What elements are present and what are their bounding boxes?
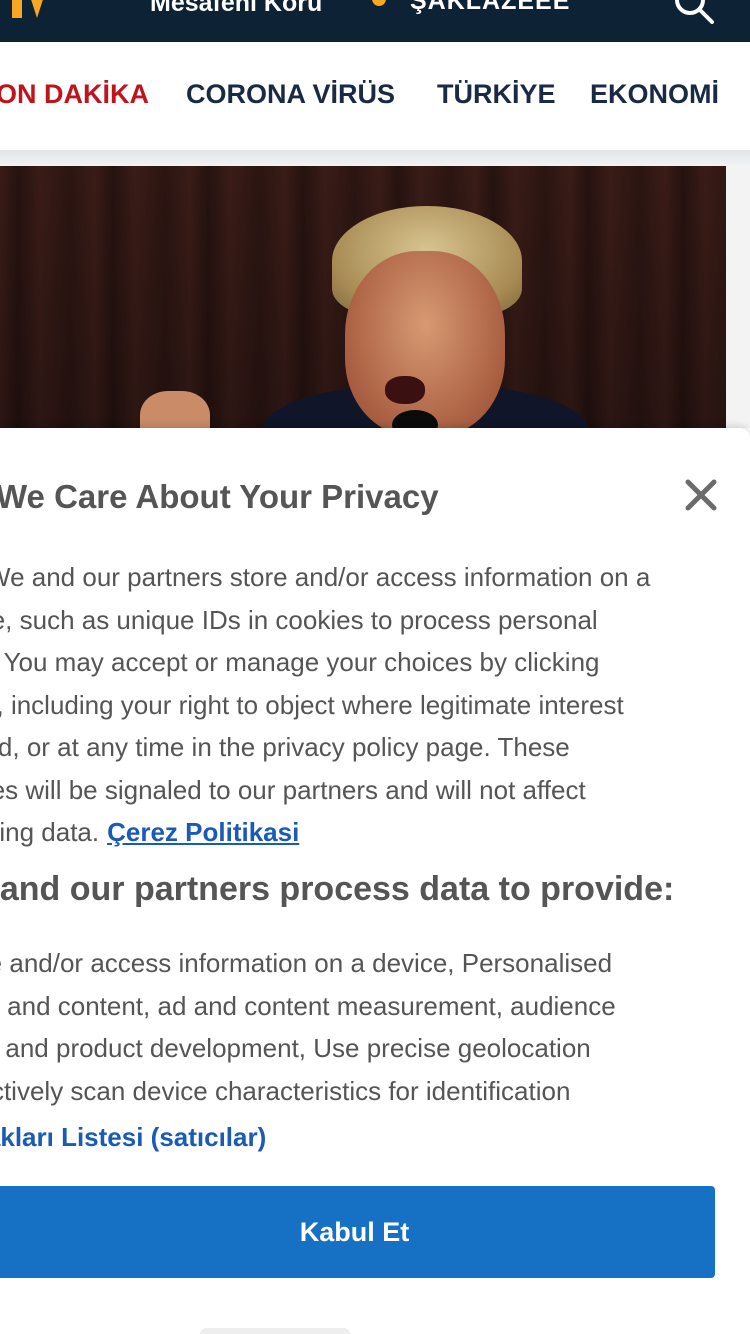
campaign-text: Mesafeni Koru — [150, 0, 323, 17]
page-gutter — [726, 166, 750, 428]
bottom-handle — [200, 1328, 350, 1334]
nav-divider — [0, 150, 750, 166]
close-icon[interactable] — [682, 476, 720, 514]
consent-body-line: below, including your right to object wh… — [0, 689, 624, 720]
weather-text: ŞAKLAZEEE — [410, 0, 571, 15]
consent-body-line: choices will be signaled to our partners… — [0, 774, 586, 805]
nav-item-turkiye[interactable]: TÜRKİYE — [437, 78, 556, 110]
top-header-bar: Mesafeni Koru ŞAKLAZEEE — [0, 0, 750, 42]
consent-purpose-line: insights and product development, Use pr… — [0, 1033, 591, 1063]
consent-purpose-line: ads and content, ad and content measurem… — [0, 990, 616, 1021]
accept-button[interactable]: Kabul Et — [0, 1186, 715, 1278]
consent-body-line: device, such as unique IDs in cookies to… — [0, 604, 598, 635]
consent-body-line: data. You may accept or manage your choi… — [0, 647, 600, 677]
consent-purpose-line: data, Actively scan device characteristi… — [0, 1075, 571, 1106]
vendor-list-link[interactable]: İş Ortakları Listesi (satıcılar) — [0, 1122, 266, 1153]
nav-item-ekonomi[interactable]: EKONOMİ — [590, 78, 719, 110]
cookie-policy-link[interactable]: Çerez Politikasi — [107, 817, 299, 847]
consent-body: We and our partners store and/or access … — [0, 556, 730, 854]
consent-title: We Care About Your Privacy — [0, 478, 439, 515]
nav-item-son-dakika[interactable]: SON DAKİKA — [0, 78, 149, 110]
nav-item-corona-virus[interactable]: CORONA VİRÜS — [186, 78, 395, 110]
consent-body-line: is used, or at any time in the privacy p… — [0, 732, 570, 762]
hero-image[interactable] — [0, 166, 726, 466]
consent-body-line: browsing data. — [0, 817, 100, 847]
weather-sun-icon — [372, 0, 386, 6]
consent-subhead: We and our partners process data to prov… — [0, 870, 675, 908]
logo-mark[interactable] — [12, 0, 46, 20]
category-nav: SON DAKİKA CORONA VİRÜS TÜRKİYE EKONOMİ — [0, 42, 750, 150]
search-icon[interactable] — [672, 0, 716, 26]
hero-figure-face — [345, 251, 505, 436]
privacy-consent-dialog: We Care About Your Privacy We and our pa… — [0, 428, 750, 1334]
consent-purpose-line: Store and/or access information on a dev… — [0, 948, 613, 978]
consent-body-line: We and our partners store and/or access … — [0, 562, 651, 592]
hero-figure-mouth — [385, 376, 425, 404]
consent-purposes: Store and/or access information on a dev… — [0, 942, 730, 1112]
